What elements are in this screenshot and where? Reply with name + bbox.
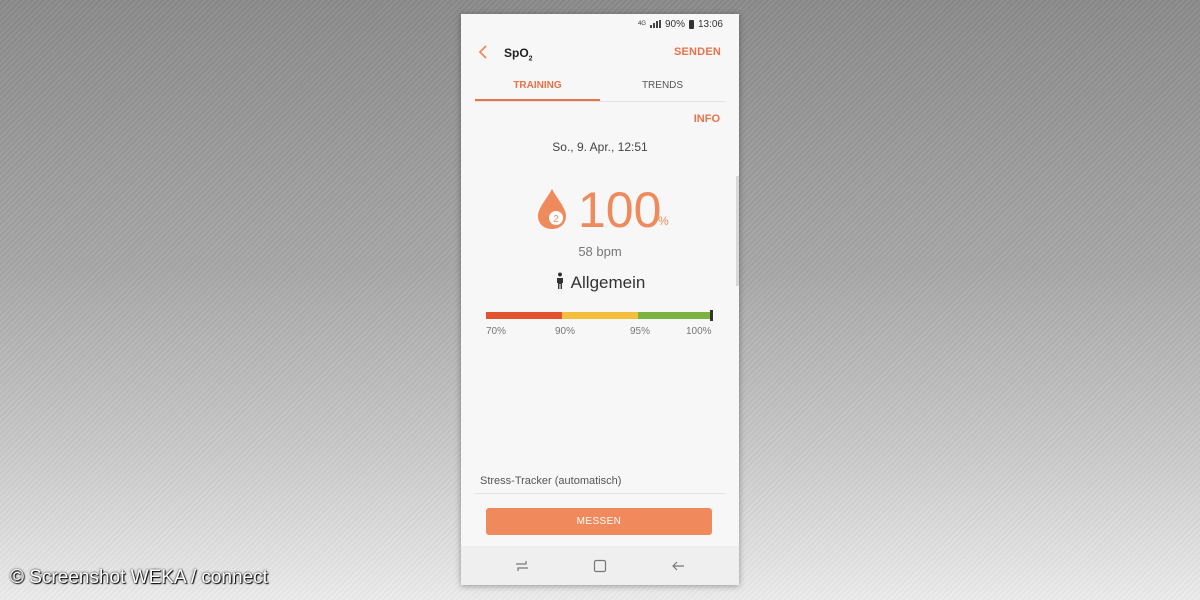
scale-marker bbox=[710, 310, 713, 321]
spo2-scale-bar bbox=[486, 310, 713, 321]
measure-button[interactable]: MESSEN bbox=[486, 508, 712, 535]
info-button[interactable]: INFO bbox=[694, 113, 720, 125]
stress-tracker-label[interactable]: Stress-Tracker (automatisch) bbox=[480, 475, 621, 487]
back-arrow-icon[interactable] bbox=[477, 44, 495, 62]
spo2-unit: % bbox=[658, 214, 669, 228]
divider bbox=[475, 493, 725, 494]
svg-text:2: 2 bbox=[553, 214, 559, 225]
home-icon[interactable] bbox=[592, 558, 608, 574]
send-button[interactable]: SENDEN bbox=[674, 46, 721, 58]
measurement-date: So., 9. Apr., 12:51 bbox=[552, 140, 648, 154]
clock: 13:06 bbox=[697, 18, 723, 30]
tab-trends[interactable]: TRENDS bbox=[600, 78, 725, 101]
copyright-watermark: © Screenshot WEKA / connect bbox=[10, 567, 268, 588]
status-bar: 4G 90% 13:06 bbox=[461, 14, 739, 34]
phone-screen: 4G 90% 13:06 SpO2 SENDEN TRAINING TRENDS… bbox=[461, 14, 739, 585]
app-bar: SpO2 SENDEN bbox=[461, 42, 739, 68]
back-icon[interactable] bbox=[670, 558, 686, 574]
person-icon bbox=[556, 272, 563, 289]
activity-category: Allgemein bbox=[461, 272, 739, 293]
navigation-bar bbox=[461, 546, 739, 585]
signal-icon bbox=[649, 20, 661, 28]
network-indicator: 4G bbox=[637, 21, 646, 27]
edge-handle[interactable] bbox=[736, 176, 739, 286]
tab-bar: TRAINING TRENDS bbox=[475, 78, 725, 102]
tick-label: 100% bbox=[686, 326, 712, 337]
battery-icon bbox=[688, 19, 694, 29]
tick-label: 70% bbox=[486, 326, 507, 337]
scale-segment-low bbox=[486, 312, 562, 319]
recent-apps-icon[interactable] bbox=[514, 558, 530, 574]
blood-drop-icon: 2 bbox=[538, 189, 566, 229]
scale-segment-high bbox=[638, 312, 711, 319]
pulse-value: 58 bpm bbox=[578, 244, 622, 259]
battery-percent: 90% bbox=[664, 18, 685, 30]
spo2-value: 100 bbox=[578, 182, 662, 238]
page-title: SpO2 bbox=[504, 46, 533, 63]
tab-training[interactable]: TRAINING bbox=[475, 78, 600, 101]
tick-label: 95% bbox=[630, 326, 651, 337]
category-label: Allgemein bbox=[570, 273, 646, 292]
tick-label: 90% bbox=[555, 326, 576, 337]
scale-segment-medium bbox=[562, 312, 638, 319]
